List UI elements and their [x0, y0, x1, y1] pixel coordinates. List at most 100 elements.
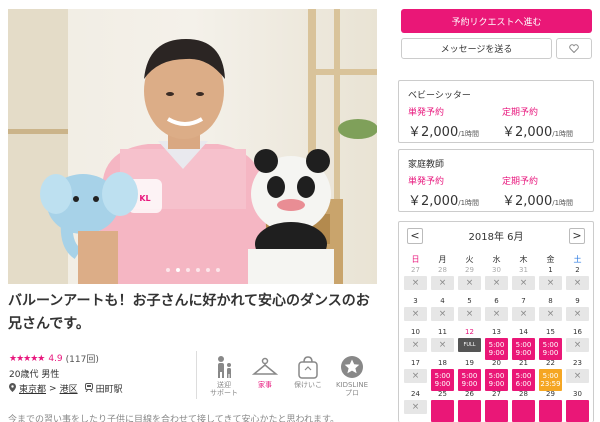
- carousel-dots[interactable]: [8, 257, 377, 276]
- unavailable-mark: ×: [512, 307, 535, 321]
- available-time-slot: [458, 400, 481, 422]
- single-booking-price: 単発予約 ￥2,000/1時間: [408, 105, 479, 140]
- unavailable-mark: ×: [431, 338, 454, 352]
- price-box-tutor: 家庭教師 単発予約 ￥2,000/1時間 定期予約 ￥2,000/1時間: [398, 149, 594, 212]
- calendar-day-number: 16: [573, 328, 582, 336]
- calendar-day[interactable]: 27: [484, 390, 509, 422]
- available-time-slot: [485, 400, 508, 422]
- calendar-day[interactable]: 14 5:00 9:00: [511, 328, 536, 360]
- carousel-dot[interactable]: [175, 268, 180, 272]
- calendar-day: 8 ×: [538, 297, 563, 321]
- feature-label: 送迎 サポート: [210, 381, 238, 397]
- price-box-title: 家庭教師: [408, 160, 445, 170]
- calendar-day[interactable]: 15 5:00 9:00: [538, 328, 563, 360]
- calendar-prev-button[interactable]: <: [407, 228, 423, 244]
- review-count[interactable]: (117回): [66, 352, 99, 365]
- carousel-dot[interactable]: [165, 268, 170, 272]
- bag-icon: [286, 353, 330, 379]
- sitter-photo[interactable]: KL: [8, 9, 377, 284]
- available-time-slot: 5:00 6:00: [512, 369, 535, 391]
- feature-lessons: 保けいこ: [286, 353, 330, 389]
- calendar-day-number: 12: [465, 328, 474, 336]
- ward-link[interactable]: 港区: [60, 382, 78, 395]
- calendar-weekday: 月: [438, 255, 447, 264]
- unavailable-mark: ×: [566, 369, 589, 383]
- feature-label: 家事: [258, 381, 272, 389]
- price-box-babysitter: ベビーシッター 単発予約 ￥2,000/1時間 定期予約 ￥2,000/1時間: [398, 80, 594, 143]
- age-gender: 20歳代 男性: [9, 370, 60, 380]
- calendar-day: 4 ×: [430, 297, 455, 321]
- calendar-day[interactable]: 28: [511, 390, 536, 422]
- price-label: 定期予約: [502, 177, 539, 187]
- calendar-day-number: 14: [519, 328, 528, 336]
- calendar-day: 12 FULL: [457, 328, 482, 352]
- carousel-dot[interactable]: [185, 268, 190, 272]
- calendar-day-number: 4: [440, 297, 445, 305]
- carousel-dot[interactable]: [195, 268, 200, 272]
- feature-pickup-support: 送迎 サポート: [202, 353, 246, 397]
- calendar-day-number: 27: [492, 390, 501, 398]
- calendar-day[interactable]: 13 5:00 9:00: [484, 328, 509, 360]
- calendar-day: 7 ×: [511, 297, 536, 321]
- calendar-weekday: 土: [573, 255, 582, 264]
- available-time-slot: [512, 400, 535, 422]
- price-label: 単発予約: [408, 108, 445, 118]
- feature-label: KIDSLINE プロ: [335, 381, 369, 397]
- calendar-day: 9 ×: [565, 297, 590, 321]
- unavailable-mark: ×: [566, 338, 589, 352]
- rating-row[interactable]: ★★★★★ 4.9 (117回): [9, 352, 99, 366]
- unavailable-mark: ×: [431, 276, 454, 290]
- prefecture-link[interactable]: 東京都: [19, 382, 46, 395]
- unavailable-mark: ×: [485, 307, 508, 321]
- calendar-day: 11 ×: [430, 328, 455, 352]
- carousel-dot[interactable]: [205, 268, 210, 272]
- heart-icon: [569, 41, 579, 56]
- calendar-day-number: 18: [438, 359, 447, 367]
- divider: [196, 351, 197, 399]
- favorite-button[interactable]: [556, 38, 592, 59]
- calendar-day[interactable]: 19 5:00 9:00: [457, 359, 482, 391]
- calendar-day-number: 21: [519, 359, 528, 367]
- train-icon: [84, 382, 93, 395]
- calendar-day-number: 2: [575, 266, 580, 274]
- calendar-day[interactable]: 20 5:00 9:00: [484, 359, 509, 391]
- price-amount: ￥2,000/1時間: [408, 125, 480, 140]
- carousel-dot[interactable]: [215, 268, 220, 272]
- available-time-slot: [566, 400, 589, 422]
- unavailable-mark: ×: [458, 276, 481, 290]
- calendar-day-number: 29: [546, 390, 555, 398]
- calendar-day-number: 30: [492, 266, 501, 274]
- calendar-day[interactable]: 25: [430, 390, 455, 422]
- price-label: 定期予約: [502, 108, 539, 118]
- calendar-day: 17 ×: [403, 359, 428, 383]
- calendar-day[interactable]: 26: [457, 390, 482, 422]
- calendar-day: 2 ×: [565, 266, 590, 290]
- send-message-button[interactable]: メッセージを送る: [401, 38, 552, 59]
- calendar-day-number: 5: [467, 297, 472, 305]
- calendar-next-button[interactable]: >: [569, 228, 585, 244]
- calendar-day[interactable]: 21 5:00 6:00: [511, 359, 536, 391]
- calendar-day: 1 ×: [538, 266, 563, 290]
- calendar-day: 27 ×: [403, 266, 428, 290]
- calendar-day[interactable]: 30: [565, 390, 590, 422]
- calendar-day-number: 10: [411, 328, 420, 336]
- request-booking-button[interactable]: 予約リクエストへ進む: [401, 9, 592, 33]
- unavailable-mark: ×: [512, 276, 535, 290]
- calendar-day-number: 6: [494, 297, 499, 305]
- available-time-slot: 5:00 9:00: [431, 369, 454, 391]
- calendar-day[interactable]: 29: [538, 390, 563, 422]
- calendar-day[interactable]: 22 5:00 23:59: [538, 359, 563, 391]
- calendar-day-number: 26: [465, 390, 474, 398]
- calendar-day-number: 28: [519, 390, 528, 398]
- price-amount: ￥2,000/1時間: [502, 125, 574, 140]
- star-badge-icon: [330, 353, 374, 379]
- full-badge: FULL: [458, 338, 481, 352]
- price-amount: ￥2,000/1時間: [502, 194, 574, 209]
- calendar-day-number: 19: [465, 359, 474, 367]
- feature-housework: 家事: [243, 353, 287, 389]
- calendar-day[interactable]: 18 5:00 9:00: [430, 359, 455, 391]
- feature-label: 保けいこ: [294, 381, 322, 389]
- available-time-slot: [539, 400, 562, 422]
- price-box-title: ベビーシッター: [408, 91, 471, 101]
- calendar-day: 31 ×: [511, 266, 536, 290]
